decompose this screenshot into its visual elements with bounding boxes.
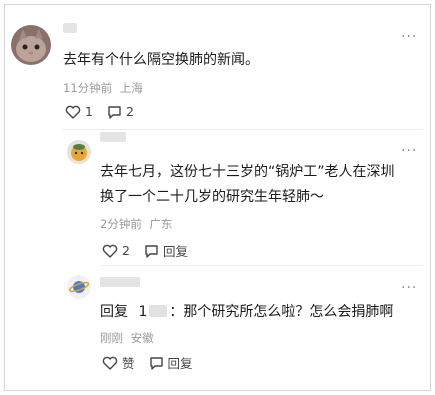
comment-time: 刚刚 [100, 331, 123, 345]
smiley-avatar-icon [67, 140, 91, 164]
cat-avatar-icon [11, 25, 51, 65]
comment-location: 广东 [149, 217, 173, 231]
like-button[interactable]: 2 [102, 243, 130, 258]
comment-bubble-icon [108, 105, 121, 119]
reply-prefix: 回复 [100, 304, 128, 320]
comment-meta: 刚刚 安徽 [100, 330, 154, 346]
comment-location: 安徽 [130, 331, 154, 345]
like-count: 1 [85, 104, 93, 119]
comment-panel: ··· 去年有个什么隔空换肺的新闻。 11分钟前 上海 1 2 ··· 去年七月… [4, 4, 431, 391]
avatar-emoji[interactable] [67, 140, 91, 164]
comment-text-line2: 换了一个二十几岁的研究生年轻肺～ [100, 189, 324, 205]
reply-button[interactable]: 回复 [149, 353, 193, 372]
divider [63, 129, 423, 130]
more-options-icon[interactable]: ··· [401, 30, 417, 44]
like-button[interactable]: 赞 [102, 353, 135, 372]
comment-actions: 赞 回复 [102, 353, 207, 372]
comment-time: 2分钟前 [100, 217, 142, 231]
like-count: 2 [122, 243, 130, 258]
comment-actions: 2 回复 [102, 241, 202, 260]
comment-location: 上海 [119, 81, 143, 95]
reply-label: 回复 [162, 244, 188, 259]
username-redacted[interactable] [100, 132, 126, 142]
reply-to-user[interactable]: 1 [138, 304, 147, 320]
username-redacted[interactable] [100, 277, 140, 287]
heart-icon [102, 356, 118, 370]
comment-bubble-icon [145, 244, 158, 258]
like-button[interactable]: 1 [65, 104, 93, 119]
reply-label: 回复 [167, 356, 193, 371]
more-options-icon[interactable]: ··· [401, 281, 417, 295]
comment-meta: 2分钟前 广东 [100, 216, 172, 232]
more-options-icon[interactable]: ··· [401, 144, 417, 158]
reply-button[interactable]: 2 [107, 104, 134, 119]
heart-icon [65, 105, 81, 119]
comment-bubble-icon [149, 356, 163, 370]
planet-avatar-icon [67, 275, 91, 299]
comment-body: ：那个研究所怎么啦？怎么会捐肺啊 [169, 304, 394, 320]
redacted-name [149, 305, 168, 317]
username-redacted[interactable] [63, 23, 77, 33]
comment-text: 去年有个什么隔空换肺的新闻。 [63, 52, 259, 68]
reply-count: 2 [125, 104, 134, 119]
avatar-planet[interactable] [67, 275, 91, 299]
divider [100, 265, 423, 266]
comment-text-line1: 去年七月，这份七十三岁的“锅炉工”老人在深圳 [100, 164, 395, 180]
comment-time: 11分钟前 [63, 81, 113, 95]
comment-actions: 1 2 [65, 104, 148, 119]
heart-icon [102, 244, 118, 258]
like-label: 赞 [122, 356, 135, 371]
reply-button[interactable]: 回复 [144, 241, 188, 260]
comment-text: 回复 1 ：那个研究所怎么啦？怎么会捐肺啊 [100, 300, 393, 324]
avatar-cat[interactable] [11, 25, 51, 65]
comment-meta: 11分钟前 上海 [63, 80, 143, 96]
